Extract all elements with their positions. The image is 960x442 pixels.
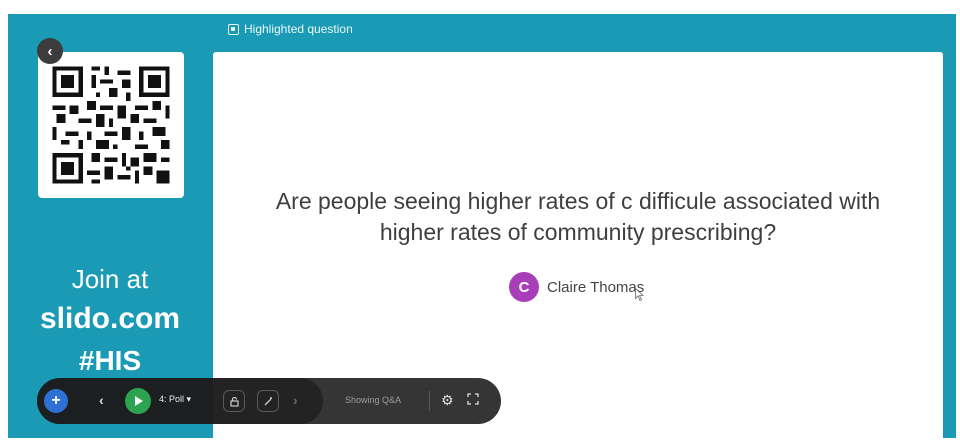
chevron-right-icon: › xyxy=(293,392,298,408)
join-url: slido.com xyxy=(39,302,181,335)
add-icon: + xyxy=(51,392,61,409)
add-button[interactable]: + xyxy=(44,389,68,413)
previous-button[interactable]: ‹ xyxy=(99,392,104,408)
fullscreen-icon[interactable] xyxy=(467,393,479,405)
next-button[interactable]: › xyxy=(293,392,298,408)
poll-selector[interactable]: 4: Poll ▾ xyxy=(159,394,191,405)
lock-icon xyxy=(229,396,239,407)
app-frame: ‹ Join at slido.com #HIS Highlighted que… xyxy=(0,0,960,442)
lock-button[interactable] xyxy=(223,390,245,412)
highlighted-question-label: Highlighted question xyxy=(244,22,353,36)
chevron-left-icon: ‹ xyxy=(47,42,53,60)
question-author: C Claire Thomas xyxy=(509,272,644,302)
mouse-cursor-icon xyxy=(635,288,644,301)
presenter-toolbar: + ‹ 4: Poll ▾ › Showing Q&A ⚙ xyxy=(37,378,501,424)
status-text: Showing Q&A xyxy=(345,395,402,405)
avatar: C xyxy=(509,272,539,302)
gear-icon: ⚙ xyxy=(441,392,454,408)
qr-code xyxy=(38,52,184,198)
question-text: Are people seeing higher rates of c diff… xyxy=(275,188,881,245)
highlighted-question-header: Highlighted question xyxy=(228,22,353,36)
qr-code-icon xyxy=(48,62,174,188)
back-button[interactable]: ‹ xyxy=(37,38,63,64)
chevron-left-icon: ‹ xyxy=(99,392,104,408)
settings-button[interactable]: ⚙ xyxy=(441,392,454,409)
play-button[interactable] xyxy=(125,388,151,414)
highlight-icon xyxy=(228,23,239,35)
magic-icon xyxy=(264,396,272,405)
magic-button[interactable] xyxy=(257,390,279,412)
join-at-label: Join at xyxy=(71,264,149,294)
toolbar-divider xyxy=(429,391,430,411)
author-name: Claire Thomas xyxy=(547,278,645,296)
event-code: #HIS xyxy=(78,345,142,376)
